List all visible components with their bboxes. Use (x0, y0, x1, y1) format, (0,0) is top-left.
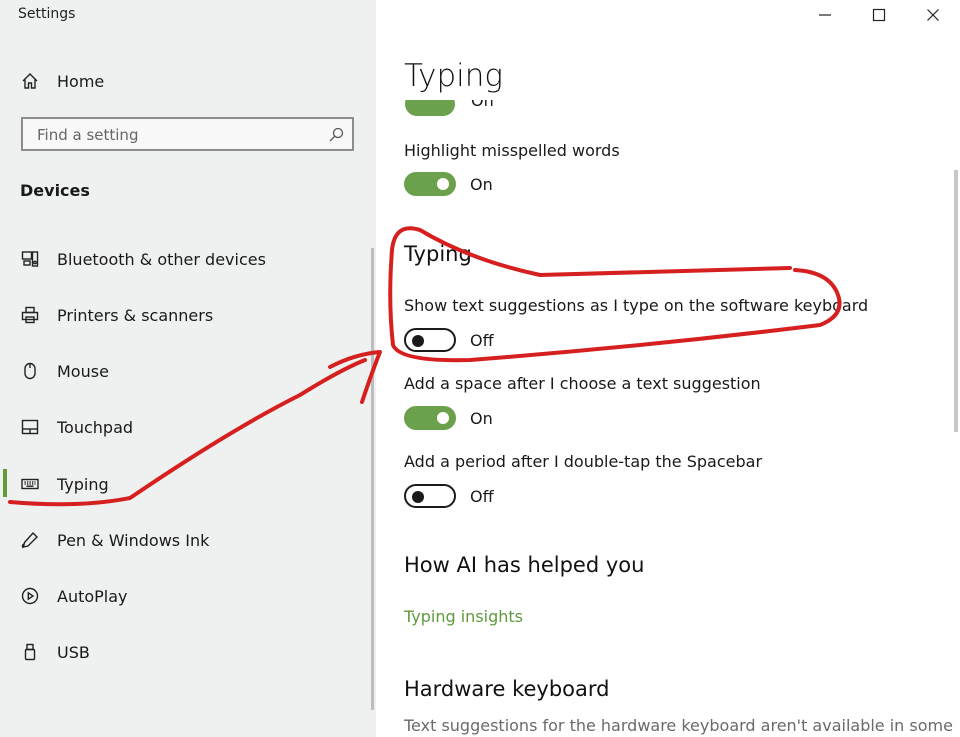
sidebar-item-printers[interactable]: Printers & scanners (0, 295, 376, 335)
sidebar-item-typing[interactable]: Typing (0, 464, 376, 504)
sidebar-item-mouse[interactable]: Mouse (0, 351, 376, 391)
text-suggestions-label: Show text suggestions as I type on the s… (404, 296, 869, 315)
ai-section-heading: How AI has helped you (404, 553, 645, 577)
highlight-misspelled-label: Highlight misspelled words (404, 141, 620, 160)
autoplay-icon (20, 586, 40, 606)
sidebar-item-usb[interactable]: USB (0, 632, 376, 672)
sidebar-item-touchpad[interactable]: Touchpad (0, 407, 376, 447)
add-space-label: Add a space after I choose a text sugges… (404, 374, 761, 393)
typing-insights-link[interactable]: Typing insights (404, 607, 523, 626)
sidebar-item-pen[interactable]: Pen & Windows Ink (0, 520, 376, 560)
toggle-state-text: Off (470, 331, 494, 350)
hardware-section-heading: Hardware keyboard (404, 677, 610, 701)
sidebar: Settings Home Devices Bluetooth & other … (0, 0, 376, 737)
section-heading: Devices (20, 181, 90, 200)
sidebar-item-label: Typing (57, 474, 109, 494)
page-title: Typing (404, 58, 503, 94)
pen-icon (20, 530, 40, 550)
home-icon (20, 71, 40, 91)
printer-icon (20, 305, 40, 325)
close-button[interactable] (906, 0, 960, 30)
search-icon[interactable] (328, 127, 344, 143)
highlight-misspelled-toggle[interactable] (404, 172, 456, 196)
sidebar-item-label: Printers & scanners (57, 305, 214, 325)
bluetooth-devices-icon (20, 249, 40, 269)
touchpad-icon (20, 417, 40, 437)
maximize-icon (872, 8, 886, 22)
mouse-icon (20, 361, 40, 381)
toggle-state-text: Off (470, 487, 494, 506)
sidebar-item-label: Home (57, 71, 105, 91)
close-icon (927, 9, 939, 21)
sidebar-item-label: Pen & Windows Ink (57, 530, 210, 550)
toggle-state-text: On (470, 175, 493, 194)
sidebar-item-label: AutoPlay (57, 586, 128, 606)
add-period-label: Add a period after I double-tap the Spac… (404, 452, 763, 471)
add-period-toggle[interactable] (404, 484, 456, 508)
text-suggestions-toggle[interactable] (404, 328, 456, 352)
add-space-toggle[interactable] (404, 406, 456, 430)
maximize-button[interactable] (852, 0, 906, 30)
sidebar-item-home[interactable]: Home (0, 61, 376, 101)
sidebar-item-label: USB (57, 642, 90, 662)
sidebar-scrollbar[interactable] (371, 248, 374, 710)
sidebar-item-label: Mouse (57, 361, 109, 381)
toggle-state-text: On (470, 409, 493, 428)
window-controls (798, 0, 960, 30)
minimize-icon (819, 14, 831, 16)
sidebar-item-bluetooth[interactable]: Bluetooth & other devices (0, 239, 376, 279)
search-input[interactable] (35, 124, 319, 146)
partial-toggle-state: On (471, 100, 494, 110)
typing-section-heading: Typing (404, 242, 472, 266)
minimize-button[interactable] (798, 0, 852, 30)
sidebar-item-label: Bluetooth & other devices (57, 249, 266, 269)
keyboard-icon (20, 474, 40, 494)
hardware-description: Text suggestions for the hardware keyboa… (404, 716, 953, 735)
sidebar-item-autoplay[interactable]: AutoPlay (0, 576, 376, 616)
content-pane: On Typing Highlight misspelled words On … (376, 0, 960, 737)
search-box[interactable] (21, 117, 354, 151)
usb-icon (20, 642, 40, 662)
content-scrollbar[interactable] (954, 170, 958, 432)
window-title: Settings (18, 6, 76, 22)
sidebar-item-label: Touchpad (57, 417, 134, 437)
